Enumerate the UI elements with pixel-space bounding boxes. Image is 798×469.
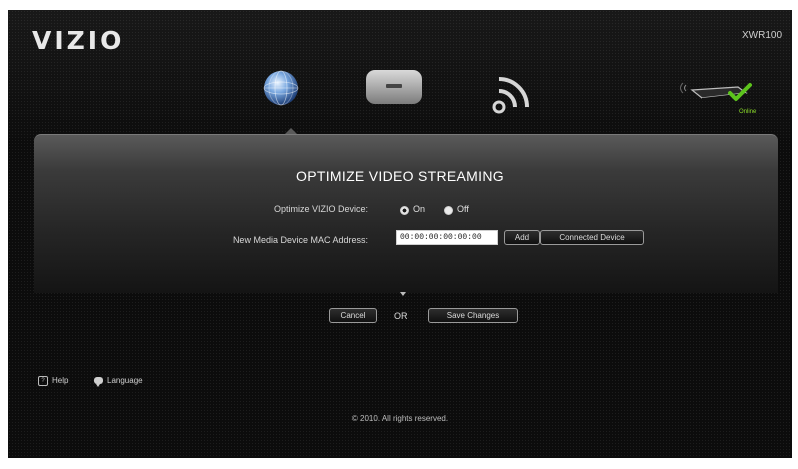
optimize-off-label: Off [457, 204, 469, 214]
language-label: Language [107, 376, 143, 385]
speech-bubble-icon [94, 377, 103, 388]
chevron-down-icon [400, 292, 406, 296]
online-status-text: Online [739, 109, 757, 115]
optimize-off-radio[interactable] [444, 206, 453, 215]
help-icon: ? [38, 376, 48, 386]
optimize-on-label: On [413, 204, 426, 214]
model-name: XWR100 [741, 30, 782, 41]
router-icon[interactable] [362, 67, 426, 109]
optimize-device-label: Optimize VIZIO Device: [273, 204, 368, 214]
language-link[interactable]: Language [94, 376, 143, 388]
wifi-icon[interactable] [489, 69, 537, 117]
cancel-button[interactable]: Cancel [329, 308, 377, 323]
page-title: OPTIMIZE VIDEO STREAMING [296, 168, 504, 184]
help-link[interactable]: ? Help [38, 376, 68, 386]
mac-address-label: New Media Device MAC Address: [232, 235, 368, 245]
mac-address-input[interactable] [396, 230, 498, 245]
router-admin-window: VIZIO XWR100 Online OPTIMIZE VIDEO STREA… [8, 10, 792, 458]
optimize-on-radio[interactable] [400, 206, 409, 215]
add-button[interactable]: Add [504, 230, 540, 245]
globe-icon[interactable] [261, 68, 301, 108]
or-separator: OR [394, 311, 408, 321]
connected-device-button[interactable]: Connected Device [540, 230, 644, 245]
vizio-logo: VIZIO [32, 26, 125, 55]
save-changes-button[interactable]: Save Changes [428, 308, 518, 323]
help-label: Help [52, 376, 69, 386]
copyright-text: © 2010. All rights reserved. [351, 414, 449, 423]
